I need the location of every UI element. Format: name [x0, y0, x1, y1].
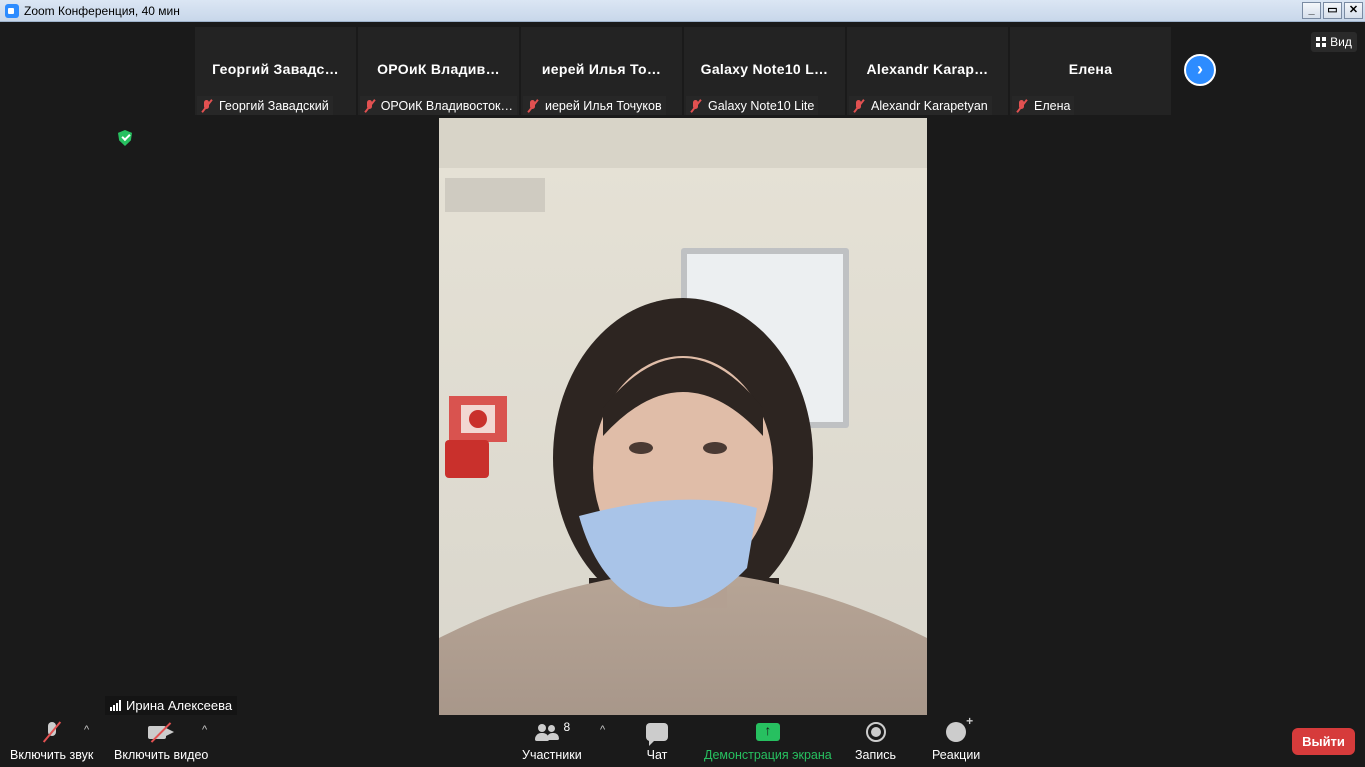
video-frame-illustration [439, 118, 927, 715]
participants-count: 8 [563, 720, 571, 734]
minimize-button[interactable]: _ [1302, 2, 1321, 19]
chat-button[interactable]: Чат [646, 716, 668, 767]
chat-bubble-icon [646, 723, 668, 746]
encryption-shield-icon[interactable] [118, 130, 132, 146]
close-button[interactable]: ✕ [1344, 2, 1363, 19]
participants-icon [534, 722, 560, 742]
reactions-label: Реакции [932, 748, 981, 762]
participant-label-text: ОРОиК Владивосток… [380, 98, 513, 113]
participant-label-text: Galaxy Note10 Lite [708, 98, 815, 113]
unmute-button[interactable]: Включить звук [10, 716, 93, 767]
view-button[interactable]: Вид [1311, 32, 1357, 52]
participant-label-text: иерей Илья Точуков [545, 98, 662, 113]
video-options-caret[interactable]: ^ [202, 724, 207, 736]
participant-display-name: Galaxy Note10 L… [700, 61, 829, 77]
grid-view-icon [1316, 37, 1327, 47]
participant-name-label: иерей Илья Точуков [523, 96, 666, 115]
audio-options-caret[interactable]: ^ [84, 724, 89, 736]
chevron-right-icon: › [1197, 59, 1203, 79]
participant-display-name: Георгий Завадс… [212, 61, 339, 77]
participant-name-label: Galaxy Note10 Lite [686, 96, 819, 115]
participant-label-text: Елена [1034, 98, 1071, 113]
video-off-icon [147, 722, 175, 742]
participant-display-name: ОРОиК Владив… [377, 61, 500, 77]
reactions-button[interactable]: Реакции [932, 714, 981, 767]
participant-strip: Георгий Завадс… Георгий Завадский ОРОиК … [195, 27, 1171, 115]
maximize-button[interactable]: ▭ [1323, 2, 1342, 19]
participant-name-label: Георгий Завадский [197, 96, 333, 115]
participant-tile[interactable]: ОРОиК Владив… ОРОиК Владивосток… [358, 27, 519, 115]
participants-label: Участники [522, 748, 582, 762]
participant-tile[interactable]: Galaxy Note10 L… Galaxy Note10 Lite [684, 27, 845, 115]
participant-tile[interactable]: Елена Елена [1010, 27, 1171, 115]
participants-button[interactable]: 8 Участники [522, 716, 582, 767]
participant-display-name: Елена [1068, 61, 1113, 77]
participant-name-label: Елена [1012, 96, 1075, 115]
muted-mic-icon [689, 99, 703, 113]
participant-display-name: Alexandr Karap… [866, 61, 989, 77]
participant-tile[interactable]: иерей Илья То… иерей Илья Точуков [521, 27, 682, 115]
leave-meeting-button[interactable]: Выйти [1292, 728, 1355, 755]
muted-mic-icon [363, 99, 376, 113]
next-page-button[interactable]: › [1184, 54, 1216, 86]
participant-label-text: Георгий Завадский [219, 98, 329, 113]
muted-mic-icon [852, 99, 866, 113]
title-bar: Zoom Конференция, 40 мин _ ▭ ✕ [0, 0, 1365, 22]
reaction-smiley-icon [946, 714, 973, 742]
participant-label-text: Alexandr Karapetyan [871, 98, 988, 113]
start-video-button[interactable]: Включить видео [114, 716, 208, 767]
record-label: Запись [855, 748, 897, 762]
participant-display-name: иерей Илья То… [541, 61, 662, 77]
muted-mic-icon [526, 99, 540, 113]
muted-mic-icon [1015, 99, 1029, 113]
meeting-toolbar: Включить звук ^ Включить видео ^ 8 Участ… [0, 714, 1365, 767]
window-title: Zoom Конференция, 40 мин [24, 3, 180, 18]
chat-label: Чат [646, 748, 668, 762]
share-screen-icon [755, 722, 780, 741]
participants-options-caret[interactable]: ^ [600, 724, 605, 736]
participant-name-label: ОРОиК Владивосток… [360, 96, 517, 115]
participant-tile[interactable]: Alexandr Karap… Alexandr Karapetyan [847, 27, 1008, 115]
record-button[interactable]: Запись [855, 716, 896, 767]
share-screen-label: Демонстрация экрана [704, 748, 832, 762]
muted-mic-icon [200, 99, 214, 113]
muted-microphone-icon [41, 720, 63, 744]
speaker-name-badge: Ирина Алексеева [105, 696, 238, 715]
participant-name-label: Alexandr Karapetyan [849, 96, 992, 115]
speaker-name-text: Ирина Алексеева [126, 698, 233, 713]
active-speaker-video [439, 118, 927, 715]
signal-strength-icon [110, 700, 121, 711]
share-screen-button[interactable]: Демонстрация экрана [704, 716, 832, 767]
window-controls: _ ▭ ✕ [1302, 2, 1363, 19]
unmute-label: Включить звук [10, 748, 94, 762]
start-video-label: Включить видео [114, 748, 209, 762]
participant-tile[interactable]: Георгий Завадс… Георгий Завадский [195, 27, 356, 115]
zoom-app-icon [5, 3, 19, 18]
record-icon [865, 722, 886, 742]
view-button-label: Вид [1330, 35, 1352, 49]
